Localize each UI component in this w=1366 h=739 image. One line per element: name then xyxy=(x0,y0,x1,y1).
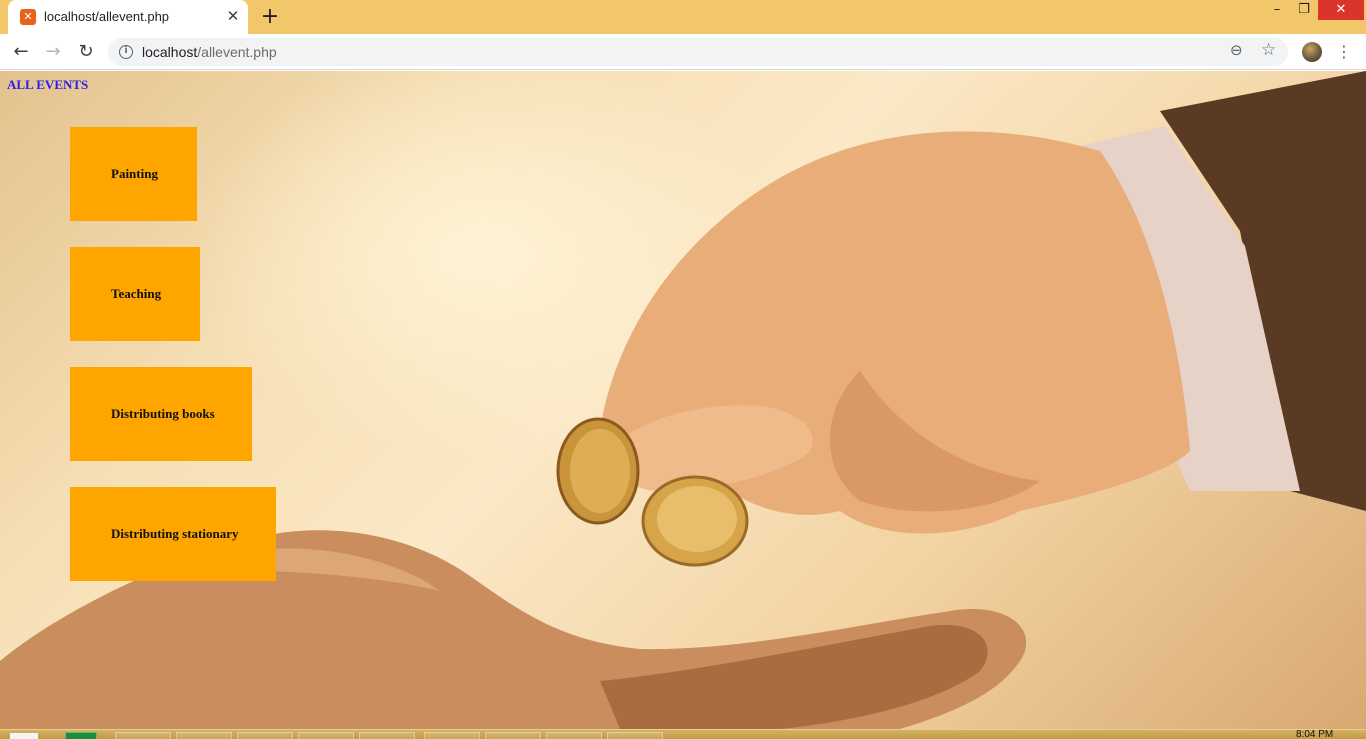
event-button-distributing-books[interactable]: Distributing books xyxy=(70,367,252,461)
start-button[interactable] xyxy=(10,733,38,739)
tab-close-icon[interactable]: ✕ xyxy=(224,7,242,25)
back-arrow-icon[interactable]: ← xyxy=(9,40,33,64)
taskbar-app-notepad[interactable] xyxy=(546,732,602,739)
tab-title: localhost/allevent.php xyxy=(44,9,170,24)
reload-icon[interactable]: ↻ xyxy=(74,40,98,64)
event-button-painting[interactable]: Painting xyxy=(70,127,197,221)
window-minimize-button[interactable]: – xyxy=(1262,0,1292,20)
page-title[interactable]: ALL EVENTS xyxy=(7,77,88,93)
xampp-favicon-icon: ✕ xyxy=(20,9,36,25)
event-button-distributing-stationary[interactable]: Distributing stationary xyxy=(70,487,276,581)
page-viewport: ALL EVENTS Painting Teaching Distributin… xyxy=(0,71,1366,729)
event-button-teaching[interactable]: Teaching xyxy=(70,247,200,341)
taskbar-app-purple[interactable] xyxy=(485,732,541,739)
taskbar-app-green[interactable] xyxy=(65,732,97,739)
taskbar-app-xampp[interactable] xyxy=(424,732,480,739)
taskbar-app-media[interactable] xyxy=(359,732,415,739)
browser-tab[interactable]: ✕ localhost/allevent.php ✕ xyxy=(8,0,248,34)
bookmark-star-icon[interactable]: ☆ xyxy=(1261,40,1276,60)
forward-arrow-icon[interactable]: → xyxy=(41,40,65,64)
profile-avatar[interactable] xyxy=(1302,42,1322,62)
taskbar-clock[interactable]: 8:04 PM xyxy=(1296,730,1333,739)
browser-toolbar: ← → ↻ i localhost/allevent.php ⊖ ☆ ⋮ xyxy=(0,34,1366,70)
coin-back-face xyxy=(657,486,737,552)
url-path: /allevent.php xyxy=(197,44,277,60)
window-restore-button[interactable]: ❐ xyxy=(1289,0,1319,20)
taskbar-app-1[interactable] xyxy=(115,732,171,739)
url-host: localhost xyxy=(142,44,198,60)
os-taskbar: 8:04 PM xyxy=(0,729,1366,739)
taskbar-app-chrome[interactable] xyxy=(176,732,232,739)
taskbar-app-explorer[interactable] xyxy=(298,732,354,739)
info-icon[interactable]: i xyxy=(119,45,133,59)
taskbar-app-doc[interactable] xyxy=(607,732,663,739)
url-text[interactable]: localhost/allevent.php xyxy=(142,44,277,60)
new-tab-button[interactable]: + xyxy=(258,5,282,29)
menu-kebab-icon[interactable]: ⋮ xyxy=(1336,40,1352,64)
address-bar[interactable]: i localhost/allevent.php ⊖ ☆ xyxy=(108,38,1288,66)
browser-title-bar: ✕ localhost/allevent.php ✕ + – ❐ ✕ xyxy=(0,0,1366,34)
window-close-button[interactable]: ✕ xyxy=(1318,0,1364,20)
taskbar-app-ie[interactable] xyxy=(237,732,293,739)
zoom-out-icon[interactable]: ⊖ xyxy=(1230,41,1243,59)
coin-front-face xyxy=(570,429,630,513)
